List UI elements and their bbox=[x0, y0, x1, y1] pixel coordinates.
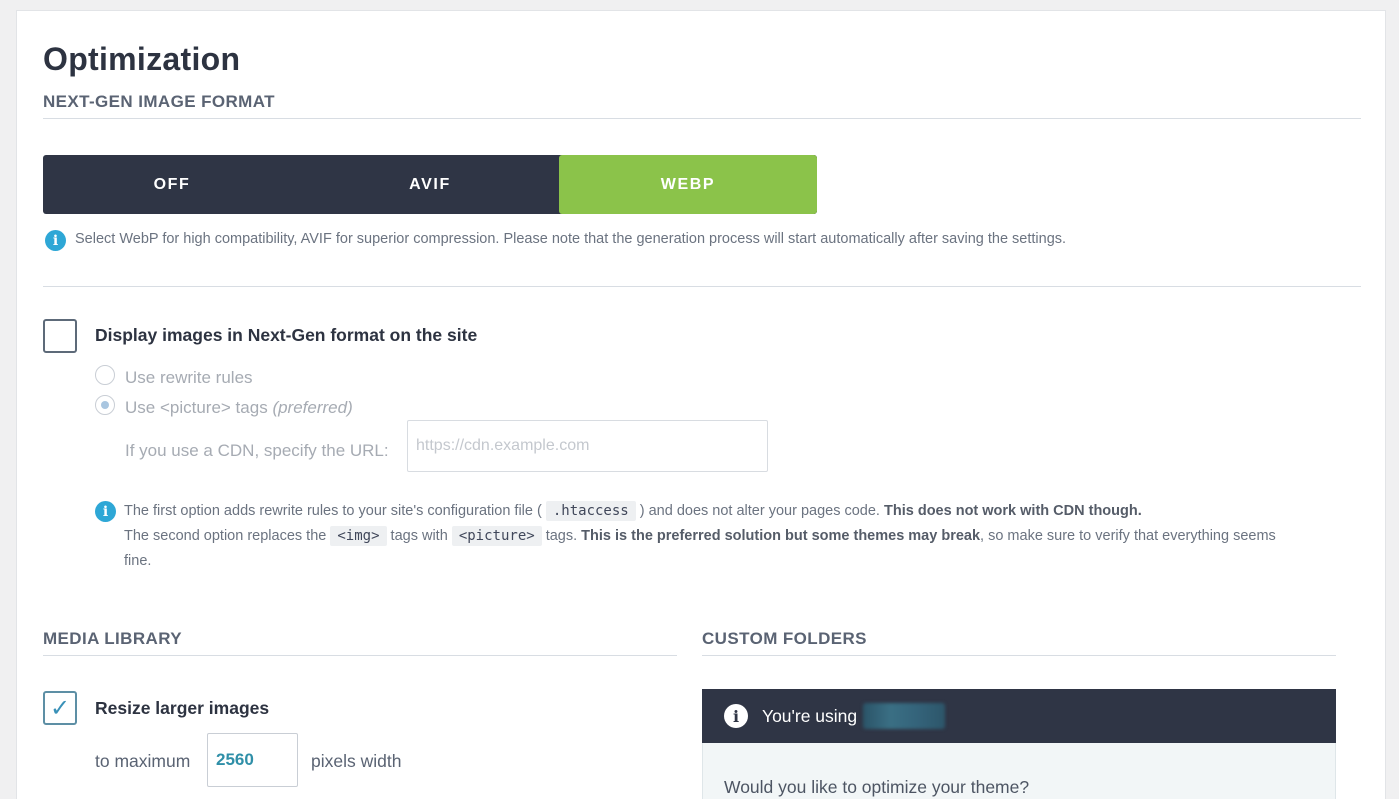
redacted-theme-name bbox=[863, 703, 946, 729]
theme-banner: i You're using bbox=[702, 689, 1336, 743]
optimize-theme-question: Would you like to optimize your theme? bbox=[724, 777, 1030, 797]
format-option-webp[interactable]: WEBP bbox=[559, 155, 817, 214]
divider bbox=[43, 118, 1361, 119]
resize-images-label: Resize larger images bbox=[95, 698, 270, 718]
resize-images-checkbox[interactable]: ✓ bbox=[43, 691, 77, 725]
cdn-url-label: If you use a CDN, specify the URL: bbox=[125, 441, 389, 460]
picture-tag-code: <picture> bbox=[451, 526, 542, 546]
pixels-width-label: pixels width bbox=[311, 751, 402, 771]
max-width-input[interactable] bbox=[207, 733, 298, 787]
radio-rewrite-rules[interactable] bbox=[95, 365, 115, 385]
display-nextgen-checkbox[interactable] bbox=[43, 319, 77, 353]
preferred-hint: (preferred) bbox=[272, 398, 353, 417]
format-note: Select WebP for high compatibility, AVIF… bbox=[75, 231, 1067, 247]
divider bbox=[43, 286, 1361, 287]
info-icon: i bbox=[45, 230, 66, 251]
rewrite-explanation: The first option adds rewrite rules to y… bbox=[124, 501, 1276, 569]
divider bbox=[43, 655, 677, 656]
theme-banner-text: You're using bbox=[762, 705, 858, 726]
section-title-custom-folders: CUSTOM FOLDERS bbox=[702, 629, 867, 648]
cdn-url-input[interactable] bbox=[407, 420, 768, 472]
divider bbox=[702, 655, 1336, 656]
img-tag-code: <img> bbox=[330, 526, 387, 546]
format-option-avif[interactable]: AVIF bbox=[301, 155, 559, 214]
display-nextgen-label: Display images in Next-Gen format on the… bbox=[95, 325, 478, 345]
info-icon: i bbox=[95, 501, 116, 522]
radio-picture-tags[interactable] bbox=[95, 395, 115, 415]
htaccess-code: .htaccess bbox=[545, 501, 636, 521]
radio-rewrite-rules-label: Use rewrite rules bbox=[125, 368, 253, 387]
check-icon: ✓ bbox=[49, 694, 71, 722]
info-icon: i bbox=[724, 704, 748, 728]
radio-picture-tags-label: Use <picture> tags (preferred) bbox=[125, 398, 353, 417]
page-title: Optimization bbox=[43, 41, 241, 77]
to-maximum-label: to maximum bbox=[95, 751, 191, 771]
section-title-next-gen: NEXT-GEN IMAGE FORMAT bbox=[43, 92, 275, 111]
format-option-off[interactable]: OFF bbox=[43, 155, 301, 214]
optimize-theme-box: Would you like to optimize your theme? bbox=[702, 743, 1336, 799]
section-title-media-library: MEDIA LIBRARY bbox=[43, 629, 182, 648]
format-selector: OFF AVIF WEBP bbox=[43, 155, 817, 214]
settings-panel: Optimization NEXT-GEN IMAGE FORMAT OFF A… bbox=[16, 10, 1386, 799]
